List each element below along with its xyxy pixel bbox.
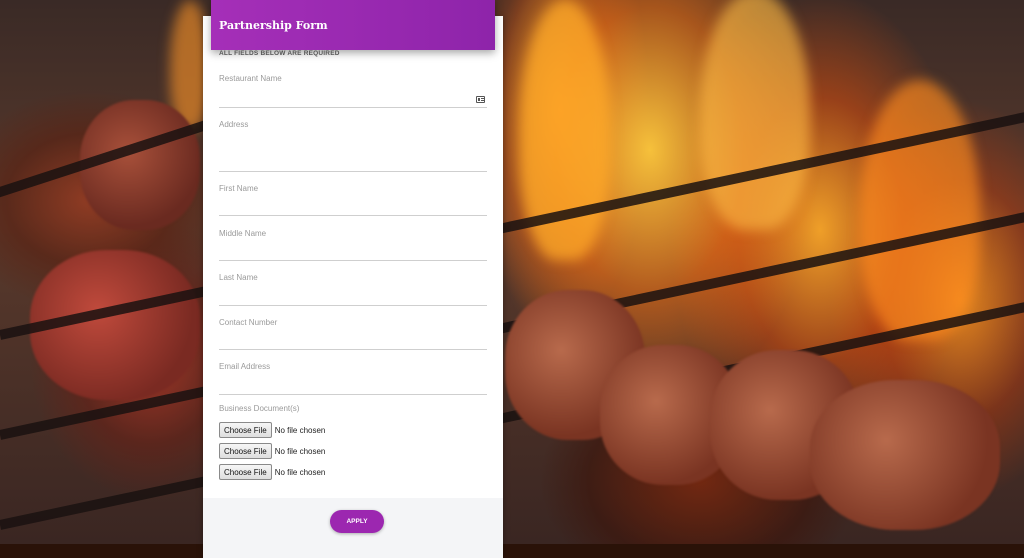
email-address-label: Email Address [219,362,271,371]
restaurant-name-field: Restaurant Name [219,74,487,108]
last-name-input[interactable] [219,290,487,304]
skewer-meat [810,380,1000,530]
contact-card-icon [476,96,485,103]
choose-file-button[interactable]: Choose File [219,464,272,480]
flame [700,0,810,230]
form-footer: APPLY [203,498,503,558]
middle-name-label: Middle Name [219,229,267,238]
middle-name-field: Middle Name [219,229,487,261]
contact-number-input[interactable] [219,334,487,348]
first-name-label: First Name [219,184,259,193]
last-name-label: Last Name [219,273,258,282]
email-address-input[interactable] [219,379,487,393]
partnership-form-card: Partnership Form ALL FIELDS BELOW ARE RE… [203,0,503,558]
file-status: No file chosen [274,467,326,477]
middle-name-input[interactable] [219,245,487,259]
file-status: No file chosen [274,425,326,435]
file-upload-row: Choose File No file chosen [219,464,325,480]
file-upload-row: Choose File No file chosen [219,443,325,459]
first-name-field: First Name [219,184,487,216]
restaurant-name-input[interactable] [219,92,487,106]
file-upload-row: Choose File No file chosen [219,422,325,438]
address-field: Address [219,120,487,172]
flame [860,80,980,340]
email-address-field: Email Address [219,362,487,395]
background-grill-photo [0,0,1024,544]
choose-file-button[interactable]: Choose File [219,422,272,438]
business-documents-label: Business Document(s) [219,404,300,413]
last-name-field: Last Name [219,273,487,306]
form-title: Partnership Form [219,18,328,32]
address-input[interactable] [219,156,487,170]
restaurant-name-label: Restaurant Name [219,74,282,83]
choose-file-button[interactable]: Choose File [219,443,272,459]
address-label: Address [219,120,249,129]
contact-number-label: Contact Number [219,318,278,327]
form-header: Partnership Form [211,0,495,50]
first-name-input[interactable] [219,200,487,214]
contact-number-field: Contact Number [219,318,487,350]
apply-button[interactable]: APPLY [330,510,384,533]
required-note: ALL FIELDS BELOW ARE REQUIRED [219,50,340,57]
file-status: No file chosen [274,446,326,456]
